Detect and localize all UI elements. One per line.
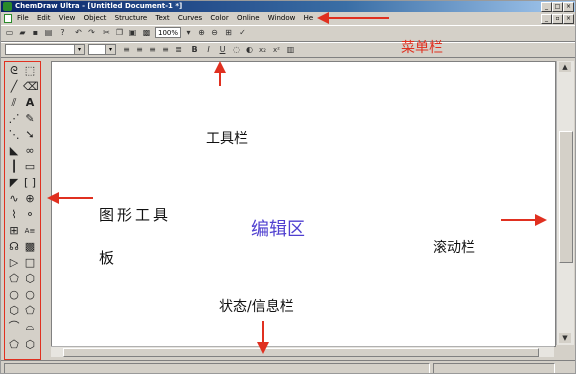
app-window: ChemDraw Ultra - [Untitled Document-1 *]… [0,0,576,374]
annotation-arrows [47,12,547,354]
